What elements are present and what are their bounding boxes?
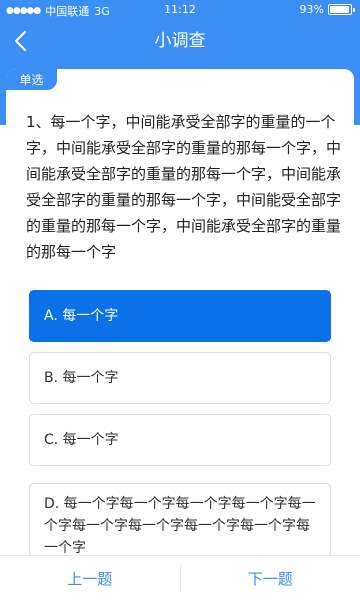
prev-question-button[interactable]: 上一题 [0, 556, 180, 600]
option-label: B. 每一个字 [44, 370, 119, 386]
battery-icon [328, 4, 355, 15]
option-label: A. 每一个字 [44, 308, 119, 324]
question-text: 1、每一个字，中间能承受全部字的重量的一个字，中间能承受全部字的重量的那每一个字… [26, 113, 342, 261]
status-bar: ●●●●● 中国联通 3G 11:12 93% [0, 0, 360, 20]
battery-percent: 93% [299, 3, 324, 16]
option-label: C. 每一个字 [44, 432, 119, 448]
option-a[interactable]: A. 每一个字 [29, 290, 331, 342]
option-c[interactable]: C. 每一个字 [29, 414, 331, 466]
option-b[interactable]: B. 每一个字 [29, 352, 331, 404]
option-d[interactable]: D. 每一个字每一个字每一个字每一个字每一个字每一个字每一个字每一个字每一个字每… [29, 483, 331, 558]
question-type-badge: 单选 [6, 69, 57, 90]
page-title: 小调查 [154, 31, 206, 51]
battery-fill [330, 6, 349, 13]
chevron-left-icon [14, 30, 27, 52]
nav-bar: 小调查 [0, 20, 360, 62]
back-button[interactable] [6, 26, 36, 56]
option-label: D. 每一个字每一个字每一个字每一个字每一个字每一个字每一个字每一个字每一个字每… [44, 496, 316, 556]
bottom-nav: 上一题 下一题 [0, 555, 360, 600]
next-question-button[interactable]: 下一题 [181, 556, 360, 600]
question-card: 单选 1、每一个字，中间能承受全部字的重量的一个字，中间能承受全部字的重量的那每… [6, 69, 354, 559]
